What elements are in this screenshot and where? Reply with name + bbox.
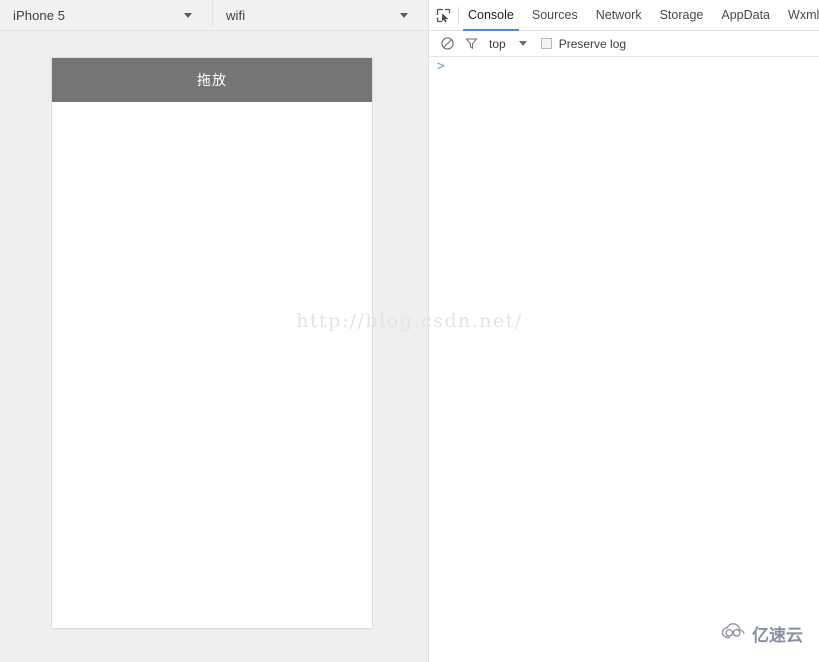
- simulator-toolbar: iPhone 5 wifi: [0, 0, 428, 31]
- tab-wxml-label: Wxml: [788, 8, 819, 22]
- clear-console-button[interactable]: [435, 32, 459, 56]
- clear-console-icon: [440, 37, 454, 50]
- console-prompt-icon: >: [437, 59, 445, 74]
- device-select[interactable]: iPhone 5: [0, 0, 213, 30]
- console-output-area[interactable]: >: [429, 57, 819, 662]
- tab-appdata-label: AppData: [721, 8, 771, 22]
- devtools-tabbar: Console Sources Network Storage AppData …: [429, 0, 819, 31]
- phone-navbar-title: 拖放: [197, 73, 227, 89]
- console-input[interactable]: [445, 60, 819, 75]
- phone-navbar: 拖放: [52, 58, 372, 102]
- console-context-value: top: [489, 36, 506, 51]
- tab-sources[interactable]: Sources: [523, 0, 587, 30]
- tab-network[interactable]: Network: [587, 0, 651, 30]
- console-prompt-row[interactable]: >: [429, 57, 819, 81]
- simulator-stage: 拖放: [0, 31, 428, 662]
- simulator-panel: iPhone 5 wifi 拖放: [0, 0, 428, 662]
- filter-icon: [465, 38, 477, 49]
- tab-storage-label: Storage: [659, 8, 704, 22]
- console-toolbar: top Preserve log: [429, 31, 819, 57]
- chevron-down-icon: [518, 41, 527, 46]
- chevron-down-icon: [184, 12, 192, 18]
- network-select[interactable]: wifi: [213, 0, 428, 30]
- inspect-element-icon: [436, 8, 451, 23]
- devtools-window: iPhone 5 wifi 拖放 Console Sources Network…: [0, 0, 819, 662]
- preserve-log-label: Preserve log: [558, 36, 627, 51]
- network-select-value: wifi: [226, 7, 246, 23]
- console-context-select[interactable]: top: [489, 37, 527, 51]
- devtools-panel: Console Sources Network Storage AppData …: [428, 0, 819, 662]
- tab-appdata[interactable]: AppData: [712, 0, 779, 30]
- tab-network-label: Network: [595, 8, 642, 22]
- tab-console[interactable]: Console: [459, 0, 523, 31]
- phone-frame: 拖放: [52, 58, 372, 628]
- brand-logo: 亿速云: [721, 621, 803, 646]
- tab-storage[interactable]: Storage: [651, 0, 713, 30]
- brand-logo-text: 亿速云: [752, 626, 803, 646]
- tab-wxml[interactable]: Wxml: [779, 0, 819, 30]
- preserve-log-checkbox[interactable]: [540, 38, 552, 49]
- tab-sources-label: Sources: [531, 8, 578, 22]
- phone-page-body[interactable]: [52, 102, 372, 628]
- device-select-value: iPhone 5: [13, 7, 66, 23]
- inspect-element-button[interactable]: [429, 0, 458, 30]
- tab-console-label: Console: [468, 8, 514, 22]
- cloud-logo-icon: [721, 622, 748, 645]
- filter-button[interactable]: [459, 32, 483, 56]
- preserve-log-toggle[interactable]: Preserve log: [540, 36, 627, 51]
- chevron-down-icon: [400, 12, 408, 18]
